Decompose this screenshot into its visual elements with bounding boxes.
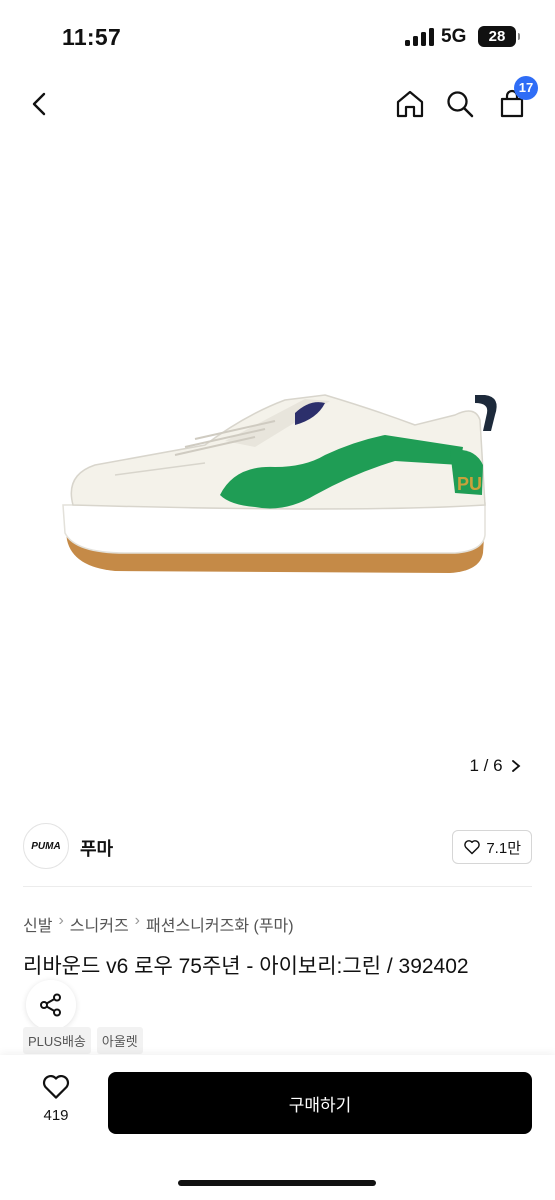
brand-logo-text: PUMA bbox=[31, 840, 61, 852]
cart-count-badge: 17 bbox=[514, 76, 538, 100]
share-button[interactable] bbox=[26, 980, 76, 1030]
status-time: 11:57 bbox=[62, 24, 122, 50]
buy-button[interactable]: 구매하기 bbox=[108, 1072, 532, 1134]
signal-icon bbox=[405, 28, 435, 46]
brand-row: PUMA 푸마 7.1만 bbox=[0, 805, 555, 887]
svg-text:PU: PU bbox=[457, 474, 482, 494]
divider bbox=[23, 886, 532, 887]
search-button[interactable] bbox=[438, 82, 482, 126]
brand-like-count: 7.1만 bbox=[486, 839, 521, 857]
home-button[interactable] bbox=[388, 82, 432, 126]
home-icon bbox=[396, 90, 424, 118]
bottom-bar: 419 구매하기 bbox=[0, 1055, 555, 1200]
back-button[interactable] bbox=[18, 82, 62, 126]
breadcrumb: 신발 › 스니커즈 › 패션스니커즈화 (푸마) bbox=[23, 912, 294, 936]
brand-name[interactable]: 푸마 bbox=[80, 835, 113, 861]
product-title: 리바운드 v6 로우 75주년 - 아이보리:그린 / 392402 bbox=[23, 955, 469, 978]
chevron-left-icon bbox=[32, 92, 46, 116]
product-image[interactable]: PU bbox=[55, 355, 505, 595]
heart-icon bbox=[464, 840, 481, 855]
heart-icon bbox=[42, 1074, 70, 1099]
share-icon bbox=[40, 993, 61, 1017]
chevron-right-icon bbox=[511, 760, 520, 772]
breadcrumb-item[interactable]: 스니커즈 bbox=[70, 912, 129, 936]
breadcrumb-item[interactable]: 패션스니커즈화 (푸마) bbox=[146, 912, 294, 936]
pager-text: 1 / 6 bbox=[469, 756, 503, 775]
battery-icon: 28 bbox=[478, 26, 520, 47]
home-indicator bbox=[178, 1180, 376, 1186]
network-type: 5G bbox=[441, 26, 467, 47]
breadcrumb-separator: › bbox=[134, 912, 140, 929]
top-nav: 17 bbox=[0, 72, 555, 136]
search-icon bbox=[447, 91, 474, 118]
tag-plus-delivery: PLUS배송 bbox=[23, 1027, 91, 1054]
brand-like-button[interactable]: 7.1만 bbox=[452, 830, 532, 864]
wishlist-count: 419 bbox=[43, 1107, 69, 1124]
tag-outlet: 아울렛 bbox=[96, 1027, 143, 1054]
wishlist-button[interactable]: 419 bbox=[26, 1073, 86, 1124]
breadcrumb-separator: › bbox=[58, 912, 64, 929]
product-tags: PLUS배송 아울렛 bbox=[23, 1027, 143, 1054]
brand-logo[interactable]: PUMA bbox=[23, 823, 69, 869]
cart-button[interactable]: 17 bbox=[490, 76, 538, 126]
status-bar: 11:57 5G 28 bbox=[0, 0, 555, 72]
image-pager[interactable]: 1 / 6 bbox=[458, 749, 532, 783]
breadcrumb-item[interactable]: 신발 bbox=[23, 912, 52, 936]
